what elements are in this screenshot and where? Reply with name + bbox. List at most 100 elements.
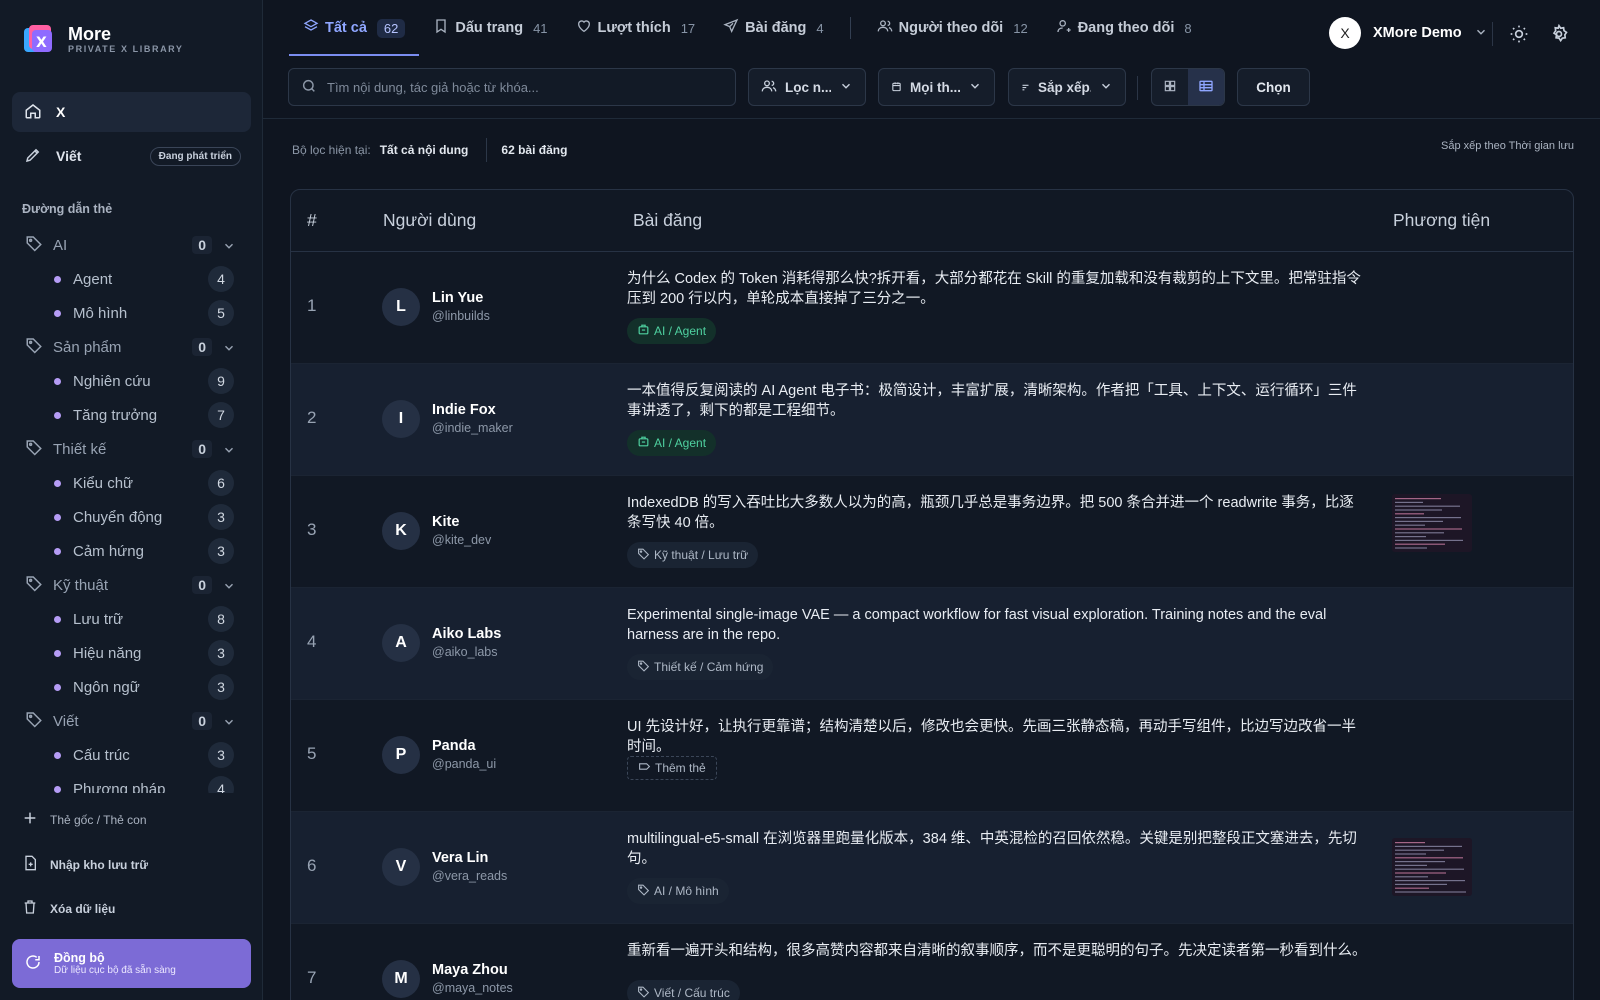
sort-dropdown[interactable]: Sắp xếp... xyxy=(1008,68,1126,106)
table-row[interactable]: 3 K Kite @kite_dev IndexedDB 的写入吞吐比大多数人以为的高，… xyxy=(291,476,1573,588)
tag-item[interactable]: Tăng trưởng 7 xyxy=(0,398,262,432)
user-name[interactable]: Vera Lin xyxy=(432,850,488,866)
user-name[interactable]: Maya Zhou xyxy=(432,962,508,978)
tab-bookmark[interactable]: Dấu trang 41 xyxy=(419,0,561,56)
tag-item-label: Tăng trưởng xyxy=(73,406,158,424)
tag-item[interactable]: Hiệu năng 3 xyxy=(0,636,262,670)
tag-group[interactable]: Viết 0 xyxy=(0,704,262,738)
grid-view-button[interactable] xyxy=(1152,69,1188,105)
tab-send[interactable]: Bài đăng 4 xyxy=(709,0,837,56)
tag-item[interactable]: Kiểu chữ 6 xyxy=(0,466,262,500)
tag-item[interactable]: Nghiên cứu 9 xyxy=(0,364,262,398)
add-tag-chip[interactable]: Thêm thẻ xyxy=(627,756,717,780)
sun-icon[interactable] xyxy=(1509,24,1529,47)
tab-user-follow[interactable]: Đang theo dõi 8 xyxy=(1042,0,1206,56)
filter-value: Tất cả nội dung xyxy=(379,143,469,157)
chevron-down-icon[interactable] xyxy=(222,239,236,257)
import-archive-button[interactable]: Nhập kho lưu trữ xyxy=(22,855,148,874)
table-view-button[interactable] xyxy=(1188,69,1224,105)
sidebar-item-write[interactable]: Viết Đang phát triển xyxy=(12,136,251,176)
media-thumbnail[interactable] xyxy=(1392,838,1472,896)
tag-item[interactable]: Cấu trúc 3 xyxy=(0,738,262,772)
tag-item[interactable]: Agent 4 xyxy=(0,262,262,296)
sidebar: X More PRIVATE X LIBRARY X Viết Đang phá… xyxy=(0,0,263,1000)
type-filter-dropdown[interactable]: Mọi th... xyxy=(878,68,995,106)
tag-chip[interactable]: Thiết kế / Cảm hứng xyxy=(627,654,774,680)
user-name[interactable]: Indie Fox xyxy=(432,402,496,418)
tab-heart[interactable]: Lượt thích 17 xyxy=(562,0,710,56)
gear-icon[interactable] xyxy=(1549,23,1569,47)
user-name[interactable]: Aiko Labs xyxy=(432,626,501,642)
tag-item[interactable]: Phương pháp 4 xyxy=(0,772,262,793)
user-name[interactable]: Kite xyxy=(432,514,459,530)
post-text[interactable]: 重新看一遍开头和结构，很多高赞内容都来自清晰的叙事顺序，而不是更聪明的句子。先决… xyxy=(627,941,1367,961)
search-input[interactable] xyxy=(327,79,707,95)
people-filter-dropdown[interactable]: Lọc n... xyxy=(748,68,866,106)
user-menu[interactable]: X XMore Demo xyxy=(1329,17,1488,49)
chevron-down-icon[interactable] xyxy=(222,715,236,733)
tag-dot xyxy=(54,751,61,759)
post-text[interactable]: multilingual-e5-small 在浏览器里跑量化版本，384 维、中… xyxy=(627,829,1367,869)
add-tag-button[interactable]: Thẻ gốc / Thẻ con xyxy=(22,810,147,829)
tag-item-label: Phương pháp xyxy=(73,780,166,794)
brand[interactable]: X More PRIVATE X LIBRARY xyxy=(22,22,184,56)
tab-users[interactable]: Người theo dõi 12 xyxy=(863,0,1042,56)
tag-chip[interactable]: Kỹ thuật / Lưu trữ xyxy=(627,542,759,568)
user-name[interactable]: Lin Yue xyxy=(432,290,483,306)
user-name[interactable]: Panda xyxy=(432,738,476,754)
column-header-number: # xyxy=(307,210,317,230)
tag-chip[interactable]: Viết / Cấu trúc xyxy=(627,980,740,1000)
post-text[interactable]: Experimental single-image VAE — a compac… xyxy=(627,605,1367,645)
tag-item-count: 8 xyxy=(208,606,234,632)
search-box[interactable] xyxy=(288,68,736,106)
table-row[interactable]: 5 P Panda @panda_ui UI 先设计好，让执行更靠谱；结构清楚以后，修改… xyxy=(291,700,1573,812)
post-text[interactable]: 一本值得反复阅读的 AI Agent 电子书：极简设计，丰富扩展，清晰架构。作者… xyxy=(627,381,1367,421)
tag-item[interactable]: Cảm hứng 3 xyxy=(0,534,262,568)
table-row[interactable]: 4 A Aiko Labs @aiko_labs Experimental single… xyxy=(291,588,1573,700)
tag-item[interactable]: Ngôn ngữ 3 xyxy=(0,670,262,704)
tag-item[interactable]: Chuyển động 3 xyxy=(0,500,262,534)
tab-count: 8 xyxy=(1184,20,1192,36)
tab-layers[interactable]: Tất cả 62 xyxy=(289,0,420,56)
delete-data-button[interactable]: Xóa dữ liệu xyxy=(22,899,115,918)
tag-chip[interactable]: AI / Agent xyxy=(627,318,717,344)
avatar[interactable]: M xyxy=(382,960,420,998)
grid-icon xyxy=(1163,79,1177,96)
sync-button[interactable]: Đồng bộ Dữ liệu cục bộ đã sẵn sàng xyxy=(12,939,251,988)
tag-item[interactable]: Mô hình 5 xyxy=(0,296,262,330)
table-row[interactable]: 1 L Lin Yue @linbuilds 为什么 Codex 的 Token 消耗得… xyxy=(291,252,1573,364)
chevron-down-icon[interactable] xyxy=(222,443,236,461)
avatar[interactable]: A xyxy=(382,624,420,662)
post-text[interactable]: UI 先设计好，让执行更靠谱；结构清楚以后，修改也会更快。先画三张静态稿，再动手… xyxy=(627,717,1367,757)
avatar[interactable]: K xyxy=(382,512,420,550)
sidebar-item-x[interactable]: X xyxy=(12,92,251,132)
avatar[interactable]: I xyxy=(382,400,420,438)
tag-chip-label: AI / Agent xyxy=(654,324,707,338)
table-row[interactable]: 2 I Indie Fox @indie_maker 一本值得反复阅读的 AI Agen… xyxy=(291,364,1573,476)
avatar[interactable]: V xyxy=(382,848,420,886)
tag-icon xyxy=(25,574,43,596)
tag-group[interactable]: Thiết kế 0 xyxy=(0,432,262,466)
chevron-down-icon[interactable] xyxy=(222,579,236,597)
tag-chip[interactable]: AI / Agent xyxy=(627,430,717,456)
chevron-down-icon[interactable] xyxy=(222,341,236,359)
select-button[interactable]: Chọn xyxy=(1237,68,1310,106)
tag-path-title: Đường dẫn thẻ xyxy=(22,202,113,216)
avatar[interactable]: L xyxy=(382,288,420,326)
tag-group[interactable]: Sản phẩm 0 xyxy=(0,330,262,364)
tag-item-count: 9 xyxy=(208,368,234,394)
avatar[interactable]: P xyxy=(382,736,420,774)
tag-icon xyxy=(638,760,651,776)
tab-count: 41 xyxy=(533,20,548,36)
post-text[interactable]: IndexedDB 的写入吞吐比大多数人以为的高，瓶颈几乎总是事务边界。把 50… xyxy=(627,493,1367,533)
tag-group[interactable]: Kỹ thuật 0 xyxy=(0,568,262,602)
media-thumbnail[interactable] xyxy=(1392,494,1472,552)
post-text[interactable]: 为什么 Codex 的 Token 消耗得那么快?拆开看，大部分都花在 Skil… xyxy=(627,269,1367,309)
tag-group[interactable]: AI 0 xyxy=(0,228,262,262)
table-row[interactable]: 6 V Vera Lin @vera_reads multilingual-e5-sma… xyxy=(291,812,1573,924)
search-icon xyxy=(301,78,317,97)
table-row[interactable]: 7 M Maya Zhou @maya_notes 重新看一遍开头和结构，很多高赞内容都… xyxy=(291,924,1573,1000)
tag-item[interactable]: Lưu trữ 8 xyxy=(0,602,262,636)
tag-chip[interactable]: AI / Mô hình xyxy=(627,878,729,904)
tag-item-count: 7 xyxy=(208,402,234,428)
